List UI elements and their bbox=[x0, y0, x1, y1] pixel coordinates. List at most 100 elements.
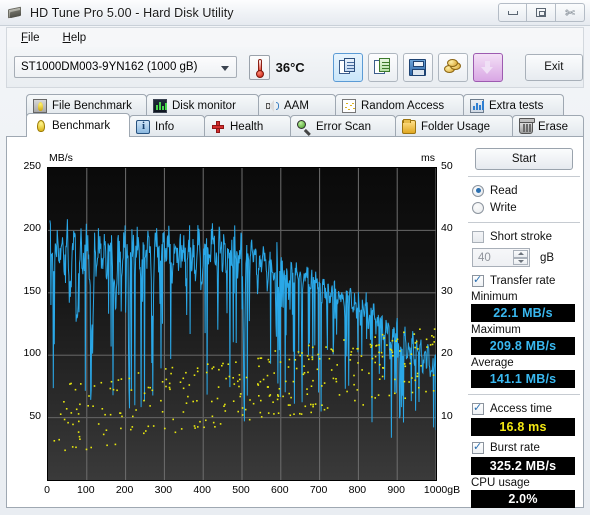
x-axis-tick-label: 500 bbox=[232, 484, 250, 496]
stat-minimum-value: 22.1 MB/s bbox=[493, 306, 553, 320]
trash-icon bbox=[519, 117, 535, 134]
save-button[interactable] bbox=[402, 52, 433, 82]
minimize-button[interactable] bbox=[498, 3, 527, 22]
radio-read[interactable]: Read bbox=[472, 182, 580, 199]
checkbox-burst-rate[interactable]: Burst rate bbox=[472, 439, 580, 456]
random-access-icon bbox=[342, 98, 356, 113]
stepper-down-icon[interactable] bbox=[513, 257, 528, 265]
stat-minimum-label: Minimum bbox=[471, 291, 518, 303]
y-axis-tick-label: 100 bbox=[23, 347, 41, 360]
tab-label: Info bbox=[155, 120, 175, 133]
y2-axis-tick-label: 50 bbox=[441, 160, 453, 172]
radio-read-icon bbox=[472, 184, 484, 197]
y2-axis-tick-label: 40 bbox=[441, 222, 453, 235]
tab-benchmark[interactable]: Benchmark bbox=[26, 113, 130, 137]
export-excel-button[interactable] bbox=[367, 52, 398, 82]
hd-tune-window: HD Tune Pro 5.00 - Hard Disk Utility ✄ F… bbox=[0, 0, 590, 515]
short-stroke-size-value: 40 bbox=[478, 251, 491, 264]
start-button[interactable]: Start bbox=[475, 148, 573, 170]
menu-item-file[interactable]: File bbox=[12, 31, 49, 45]
stepper-up-icon[interactable] bbox=[513, 250, 528, 258]
drive-select-value: ST1000DM003-9YN162 (1000 gB) bbox=[21, 61, 198, 73]
checkbox-burst-rate-label: Burst rate bbox=[490, 441, 540, 454]
copy-document-icon bbox=[338, 58, 357, 76]
x-axis-tick-label: 600 bbox=[271, 484, 289, 496]
short-stroke-size-input[interactable]: 40 bbox=[472, 248, 530, 267]
tab-info[interactable]: Info bbox=[129, 115, 205, 137]
x-axis-tick-label: 800 bbox=[348, 484, 367, 496]
stat-maximum-value-box: 209.8 MB/s bbox=[471, 337, 575, 355]
tab-label: File Benchmark bbox=[52, 99, 132, 112]
checkbox-short-stroke-icon bbox=[472, 230, 484, 243]
exit-button[interactable]: Exit bbox=[524, 53, 583, 81]
tab-health[interactable]: Health bbox=[204, 115, 291, 137]
y2-axis-tick-label: 30 bbox=[441, 284, 453, 297]
y-axis-unit-right: ms bbox=[421, 152, 435, 164]
floppy-save-icon bbox=[409, 58, 427, 76]
window-controls: ✄ bbox=[498, 3, 585, 22]
radio-write[interactable]: Write bbox=[472, 199, 580, 216]
stat-maximum-label: Maximum bbox=[471, 324, 521, 336]
menu-item-help[interactable]: Help bbox=[54, 31, 96, 45]
y-axis-tick-label: 150 bbox=[23, 284, 41, 297]
health-cross-icon bbox=[211, 120, 225, 134]
tab-label: Erase bbox=[538, 120, 569, 133]
temperature-value: 36°C bbox=[275, 59, 305, 75]
x-axis-tick-label: 100 bbox=[77, 484, 95, 496]
magnifier-icon bbox=[297, 119, 311, 136]
short-stroke-unit-label: gB bbox=[540, 251, 555, 264]
radio-write-icon bbox=[472, 201, 484, 214]
maximize-button[interactable] bbox=[527, 3, 556, 22]
x-axis-tick-label: 200 bbox=[115, 484, 134, 496]
y-axis-tick-label: 200 bbox=[23, 222, 41, 235]
stat-cpu-usage-value: 2.0% bbox=[508, 492, 538, 506]
tab-label: AAM bbox=[284, 99, 309, 112]
temperature-display: 36°C bbox=[248, 54, 305, 80]
x-axis-tick-label: 300 bbox=[154, 484, 173, 496]
window-title: HD Tune Pro 5.00 - Hard Disk Utility bbox=[30, 5, 234, 20]
extra-tests-icon bbox=[470, 98, 484, 113]
copy-to-clipboard-button[interactable] bbox=[332, 52, 363, 82]
close-button[interactable]: ✄ bbox=[556, 3, 585, 22]
stat-minimum-value-box: 22.1 MB/s bbox=[471, 304, 575, 322]
folder-icon bbox=[402, 118, 416, 134]
quantity-stepper[interactable] bbox=[513, 250, 528, 265]
tab-erase[interactable]: Erase bbox=[512, 115, 584, 137]
drive-select-dropdown[interactable]: ST1000DM003-9YN162 (1000 gB) bbox=[14, 56, 237, 78]
tab-label: Random Access bbox=[361, 99, 445, 112]
y-axis-tick-label: 50 bbox=[29, 409, 41, 422]
x-axis-tick-label: 400 bbox=[193, 484, 211, 496]
tab-random-access[interactable]: Random Access bbox=[335, 94, 464, 116]
tab-row-primary: Benchmark Info Health Error Scan Folder … bbox=[26, 113, 584, 137]
chart-plot-area bbox=[47, 167, 438, 481]
checkbox-short-stroke-label: Short stroke bbox=[490, 230, 552, 243]
y2-axis-tick-label: 20 bbox=[441, 347, 453, 360]
settings-coins-button[interactable] bbox=[437, 52, 468, 82]
stat-average-value-box: 141.1 MB/s bbox=[471, 370, 575, 388]
checkbox-transfer-rate[interactable]: Transfer rate bbox=[472, 272, 580, 289]
y-axis-tick-label: 250 bbox=[23, 160, 41, 172]
tab-disk-monitor[interactable]: Disk monitor bbox=[146, 94, 259, 116]
stat-access-time-value-box: 16.8 ms bbox=[471, 418, 575, 436]
radio-read-label: Read bbox=[490, 184, 518, 197]
tab-folder-usage[interactable]: Folder Usage bbox=[395, 115, 513, 137]
tab-extra-tests[interactable]: Extra tests bbox=[463, 94, 564, 116]
tab-label: Health bbox=[230, 120, 264, 133]
download-button[interactable] bbox=[472, 52, 503, 82]
chart-svg bbox=[48, 168, 438, 480]
checkbox-access-time[interactable]: Access time bbox=[472, 400, 580, 417]
title-bar: HD Tune Pro 5.00 - Hard Disk Utility ✄ bbox=[0, 0, 590, 26]
stat-average-label: Average bbox=[471, 357, 514, 369]
hard-disk-icon bbox=[7, 5, 23, 21]
tab-error-scan[interactable]: Error Scan bbox=[290, 115, 396, 137]
stat-cpu-usage-value-box: 2.0% bbox=[471, 490, 575, 508]
x-axis-tick-label: 700 bbox=[309, 484, 328, 496]
tab-aam[interactable]: AAM bbox=[258, 94, 336, 116]
checkbox-short-stroke[interactable]: Short stroke bbox=[472, 228, 580, 245]
divider bbox=[468, 176, 580, 177]
checkbox-transfer-rate-label: Transfer rate bbox=[490, 274, 556, 287]
divider bbox=[468, 222, 580, 223]
benchmark-chart: MB/s ms 050100150200250 1020304050 01002… bbox=[23, 152, 460, 496]
control-panel: Start Read Write Short stroke 40 gB ✓ Tr… bbox=[468, 143, 580, 508]
stat-maximum-value: 209.8 MB/s bbox=[489, 339, 557, 353]
